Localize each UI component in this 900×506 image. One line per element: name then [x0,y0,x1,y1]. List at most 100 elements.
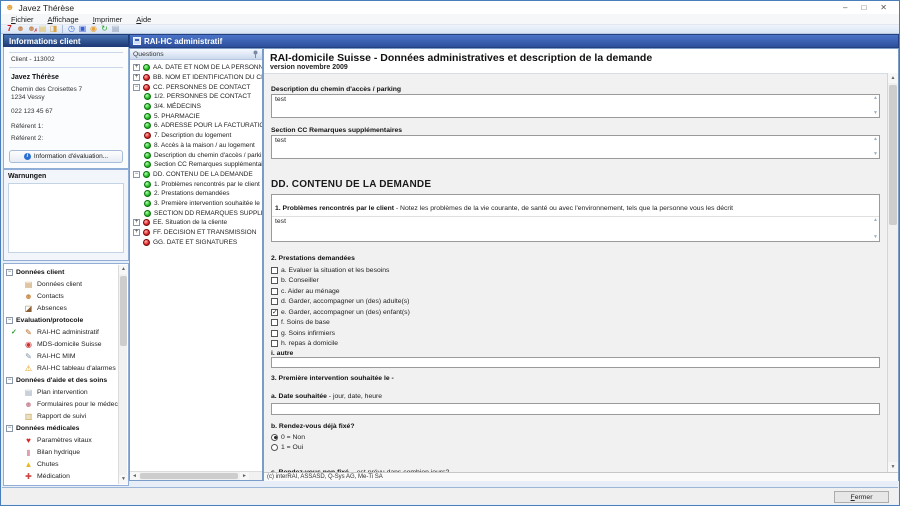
save-icon[interactable]: ▣ [77,25,88,33]
collapse-icon[interactable]: − [6,268,13,276]
collapse-icon[interactable]: − [6,316,13,324]
scroll-up-icon[interactable]: ▲ [119,265,128,274]
tree-item-description-du-chemin-d-acces-[interactable]: Description du chemin d'accès / parking [130,150,262,160]
expand-plus-icon[interactable]: + [133,74,140,82]
scroll-left-icon[interactable]: ◄ [130,472,139,480]
nav-item-contacts[interactable]: ☻ Contacts [6,290,118,302]
tree-item-3-4-medecins[interactable]: 3/4. MÉDECINS [130,102,262,112]
checkbox-unchecked[interactable] [271,319,278,327]
seven-badge-icon[interactable]: 7 [4,25,15,33]
nav-item-rapport-de-suivi[interactable]: ▥ Rapport de suivi [6,410,118,422]
access-path-textarea[interactable]: test ▲ ▼ [271,94,880,118]
tree-item-3-premiere-intervention-souhai[interactable]: 3. Première intervention souhaitée le [130,199,262,209]
lock-icon[interactable]: ◉ [88,25,99,33]
tree-item-2-prestations-demandees[interactable]: 2. Prestations demandées [130,189,262,199]
form-vscrollbar[interactable]: ▲ ▼ [887,73,898,472]
nav-item-donnees-client[interactable]: ▤ Données client [6,278,118,290]
nav-item-rai-hc-tableau-d-alarmes[interactable]: ⚠ RAI-HC tableau d'alarmes [6,362,118,374]
print-preview-icon[interactable]: ▤ [110,25,121,33]
collapse-icon[interactable]: − [6,424,13,432]
nav-item-medication[interactable]: ✚ Médication [6,470,118,482]
tree-item-gg-date-et-signatures[interactable]: GG. DATE ET SIGNATURES [130,237,262,247]
nav-item-formulaires-pour-le-medecin[interactable]: ☻ Formulaires pour le médecin [6,398,123,410]
tree-item-6-adresse-pour-la-facturation[interactable]: 6. ADRESSE POUR LA FACTURATION [130,121,262,131]
nav-item-allergies-diagnostic-pandemie[interactable]: ❀Allergies/diagnostic/pandémie [6,482,127,486]
nav-group-donnees-medicales[interactable]: − Données médicales [6,422,118,434]
tree-item-7-description-du-logement[interactable]: 7. Description du logement [130,131,262,141]
expand-minus-icon[interactable]: − [133,83,140,91]
cc-remarks-textarea[interactable]: test ▲ ▼ [271,135,880,159]
checkbox-unchecked[interactable] [271,329,278,337]
menu-aide[interactable]: Aide [129,15,158,24]
nav-item-chutes[interactable]: ▲ Chutes [6,458,118,470]
tree-item-section-cc-remarques-supplemen[interactable]: Section CC Remarques supplémentaires [130,160,262,170]
collapse-icon[interactable]: − [6,376,13,384]
nav-item-mds-domicile-suisse[interactable]: ◉ MDS-domicile Suisse [6,338,118,350]
questions-hscrollbar[interactable]: ◄ ► [130,471,262,480]
tree-item-5-pharmacie[interactable]: 5. PHARMACIE [130,111,262,121]
tree-item-cc-personnes-de-contact[interactable]: − CC. PERSONNES DE CONTACT [130,82,262,92]
sidebar-nav-scrollbar[interactable]: ▲ ▼ [118,265,128,484]
q2-option-a-evaluer-la-situation-et[interactable]: a. Evaluer la situation et les besoins [271,265,880,276]
tree-item-dd-contenu-de-la-demande[interactable]: − DD. CONTENU DE LA DEMANDE [130,170,262,180]
nav-item-rai-hc-administratif[interactable]: ✓ ✎ RAI-HC administratif [6,326,118,338]
scroll-thumb[interactable] [120,276,127,346]
q3a-date-input[interactable] [271,403,880,415]
radio-selected[interactable] [271,433,278,441]
expand-plus-icon[interactable]: + [133,64,140,72]
q3b-option-1-oui[interactable]: 1 = Oui [271,442,880,452]
menu-imprimer[interactable]: Imprimer [86,15,130,24]
q2-option-d-garder-accompagner-un-d[interactable]: d. Garder, accompagner un (des) adulte(s… [271,297,880,308]
contact-card-icon[interactable]: ◨ [48,25,59,33]
q1-problems-textarea[interactable]: test ▲ ▼ [272,217,879,241]
nav-item-bilan-hydrique[interactable]: ▮ Bilan hydrique [6,446,118,458]
nav-group-evaluation-protocole[interactable]: − Evaluation/protocole [6,314,118,326]
history-clock-icon[interactable]: ◷ [66,25,77,33]
tree-item-bb-nom-et-identification-du-cl[interactable]: + BB. NOM ET IDENTIFICATION DU CLIENT [130,73,262,83]
refresh-icon[interactable]: ↻ [99,25,110,33]
tree-item-1-problemes-rencontres-par-le-[interactable]: 1. Problèmes rencontrés par le client [130,179,262,189]
expand-plus-icon[interactable]: + [133,219,140,227]
q2-option-h-repas-a-domicile[interactable]: h. repas à domicile [271,339,880,350]
tree-item-ee-situation-de-la-cliente[interactable]: + EE. Situation de la cliente [130,218,262,228]
scroll-thumb[interactable] [140,473,238,479]
scroll-right-icon[interactable]: ► [240,472,249,480]
tree-item-8-acces-a-la-maison-au-logemen[interactable]: 8. Accès à la maison / au logement [130,141,262,151]
radio-unselected[interactable] [271,443,278,451]
tree-item-ff-decision-et-transmission[interactable]: + FF. DECISION ET TRANSMISSION [130,228,262,238]
nav-group-donnees-d-aide-et-des-soins[interactable]: − Données d'aide et des soins [6,374,118,386]
checkbox-unchecked[interactable] [271,287,278,295]
q2-option-f-soins-de-base[interactable]: f. Soins de base [271,318,880,329]
nav-item-parametres-vitaux[interactable]: ♥ Paramètres vitaux [6,434,118,446]
maximize-button[interactable]: □ [861,3,866,13]
evaluation-info-button[interactable]: i Information d'évaluation... [9,150,123,163]
q2-option-e-garder-accompagner-un-d[interactable]: e. Garder, accompagner un (des) enfant(s… [271,307,880,318]
q2-other-input[interactable] [271,357,880,368]
scroll-down-icon[interactable]: ▼ [119,475,128,484]
checkbox-unchecked[interactable] [271,298,278,306]
client-remove-icon[interactable]: ☻ ✗ [26,25,38,34]
q2-option-b-conseiller[interactable]: b. Conseiller [271,276,880,287]
checkbox-unchecked[interactable] [271,277,278,285]
q2-option-g-soins-infirmiers[interactable]: g. Soins infirmiers [271,328,880,339]
q3b-option-0-non[interactable]: 0 = Non [271,432,880,442]
nav-item-plan-intervention[interactable]: ▤ Plan intervention [6,386,118,398]
expand-plus-icon[interactable]: + [133,229,140,237]
minimize-button[interactable]: – [843,3,847,13]
tree-item-section-dd-remarques-supplemen[interactable]: SECTION DD REMARQUES SUPPLEMENT [130,208,262,218]
tree-item-aa-date-et-nom-de-la-personne-[interactable]: + AA. DATE ET NOM DE LA PERSONNE QUI AD [130,63,262,73]
nav-group-donnees-client[interactable]: − Données client [6,266,118,278]
client-person-icon[interactable]: ☻ [15,25,26,33]
menu-fichier[interactable]: Fichier [4,15,41,24]
close-window-button[interactable]: ✕ [880,3,887,13]
checkbox-checked[interactable] [271,308,278,316]
scroll-down-icon[interactable]: ▼ [888,462,898,472]
scroll-up-icon[interactable]: ▲ [888,73,898,83]
checkbox-unchecked[interactable] [271,340,278,348]
checkbox-unchecked[interactable] [271,266,278,274]
expand-minus-icon[interactable]: − [133,170,140,178]
q2-option-c-aider-au-menage[interactable]: c. Aider au ménage [271,286,880,297]
close-button[interactable]: Fermer [834,491,889,503]
nav-item-rai-hc-mim[interactable]: ✎ RAI-HC MIM [6,350,118,362]
notes-icon[interactable]: ▤ [37,25,48,33]
